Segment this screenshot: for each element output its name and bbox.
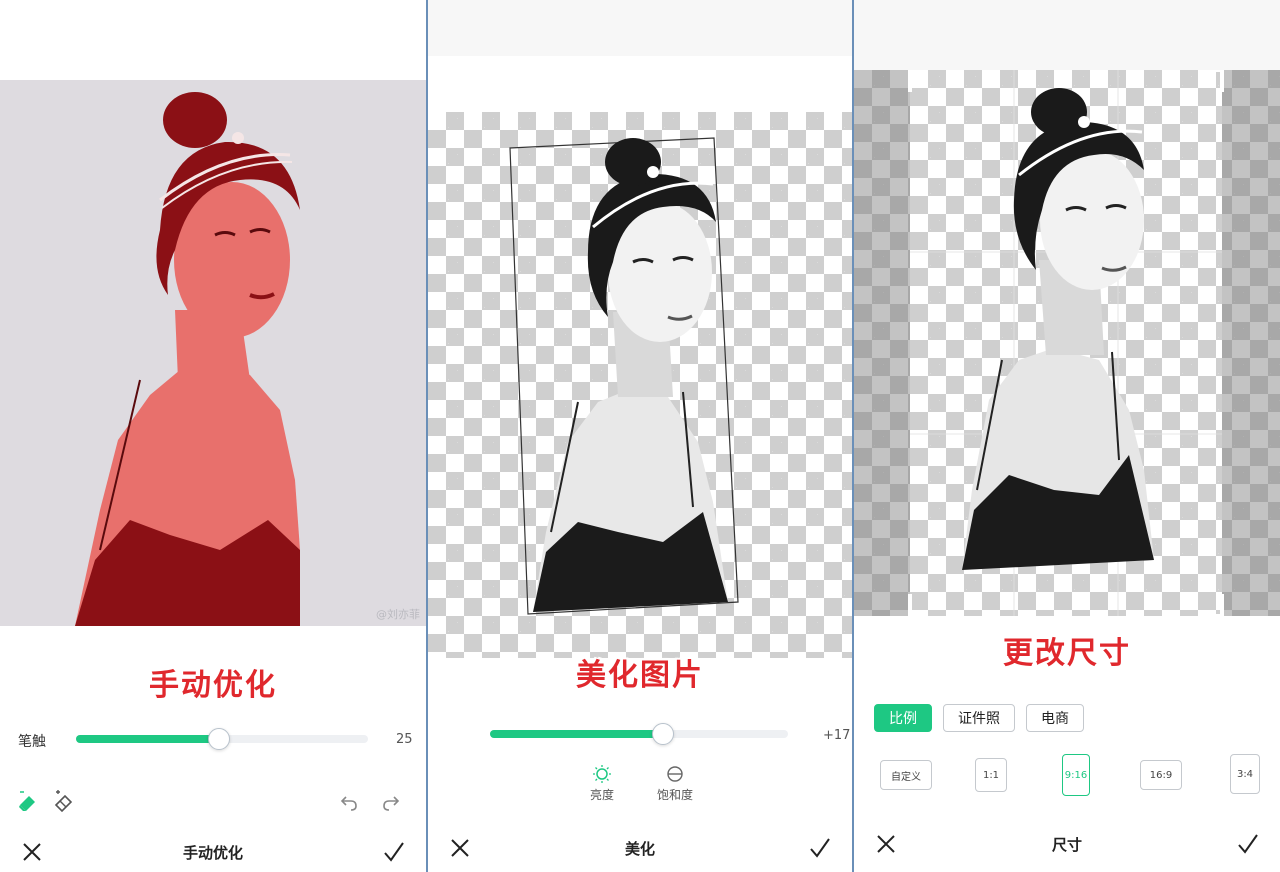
brush-label: 笔触 xyxy=(18,734,46,750)
photo-canvas[interactable]: @刘亦菲 xyxy=(0,80,426,626)
caption-beautify: 美化图片 xyxy=(576,658,704,693)
page-title: 美化 xyxy=(624,840,655,858)
confirm-button[interactable] xyxy=(1234,830,1262,858)
adjust-slider[interactable] xyxy=(490,723,788,745)
check-icon xyxy=(1238,834,1258,854)
brush-slider-knob[interactable] xyxy=(208,728,231,750)
ratio-1-1[interactable]: 1:1 xyxy=(975,758,1007,792)
sun-icon xyxy=(593,765,611,783)
beautify-panel: 美化图片 +17 亮度 饱和度 美化 xyxy=(428,0,852,872)
redo-button[interactable] xyxy=(380,792,402,814)
brush-value: 25 xyxy=(396,732,413,747)
undo-button[interactable] xyxy=(338,792,360,814)
bottom-action-bar: 美化 xyxy=(428,826,852,872)
adjust-slider-fill xyxy=(490,730,663,738)
check-icon xyxy=(384,842,404,862)
saturation-icon xyxy=(667,766,683,782)
top-blank-area xyxy=(854,0,1280,70)
photo-canvas[interactable] xyxy=(428,112,852,658)
page-title: 手动优化 xyxy=(182,844,243,862)
portrait-bw-illustration xyxy=(509,137,739,615)
caption-resize: 更改尺寸 xyxy=(1003,636,1131,671)
ratio-9-16[interactable]: 9:16 xyxy=(1062,754,1090,796)
bottom-action-bar: 手动优化 xyxy=(0,830,426,872)
brush-slider-fill xyxy=(76,735,220,743)
eraser-outline-icon xyxy=(54,790,73,813)
tab-ratio[interactable]: 比例 xyxy=(874,704,932,732)
caption-manual-refine: 手动优化 xyxy=(149,668,277,703)
saturation-label: 饱和度 xyxy=(656,788,693,802)
bottom-action-bar: 尺寸 xyxy=(854,822,1280,868)
watermark: @刘亦菲 xyxy=(376,608,420,621)
manual-refine-panel: @刘亦菲 手动优化 笔触 25 手动优化 xyxy=(0,0,426,872)
eraser-tool-button[interactable] xyxy=(52,788,78,814)
tab-id-photo[interactable]: 证件照 xyxy=(943,704,1015,732)
portrait-mask-illustration xyxy=(75,92,300,626)
brightness-label: 亮度 xyxy=(589,788,614,802)
brush-tool-button[interactable] xyxy=(16,788,42,814)
ratio-16-9[interactable]: 16:9 xyxy=(1140,760,1182,790)
eraser-fill-icon xyxy=(19,791,35,811)
photo-canvas[interactable] xyxy=(854,70,1280,616)
ratio-3-4[interactable]: 3:4 xyxy=(1230,754,1260,794)
adjust-slider-knob[interactable] xyxy=(651,723,674,745)
confirm-button[interactable] xyxy=(806,834,834,862)
adjust-value: +17 xyxy=(823,728,851,743)
ratio-custom[interactable]: 自定义 xyxy=(880,760,932,790)
page-title: 尺寸 xyxy=(1051,836,1082,854)
brush-slider[interactable] xyxy=(76,728,368,750)
top-blank-area xyxy=(428,0,852,56)
top-blank-area xyxy=(0,0,426,80)
undo-icon xyxy=(340,796,357,811)
confirm-button[interactable] xyxy=(380,838,408,866)
tab-ecommerce[interactable]: 电商 xyxy=(1026,704,1084,732)
brightness-tool[interactable]: 亮度 xyxy=(580,764,624,804)
redo-icon xyxy=(383,796,400,811)
saturation-tool[interactable]: 饱和度 xyxy=(650,764,700,804)
portrait-bw-illustration xyxy=(908,70,1224,616)
resize-panel: 更改尺寸 比例 证件照 电商 自定义 1:1 9:16 16:9 3:4 尺寸 xyxy=(854,0,1280,872)
check-icon xyxy=(810,838,830,858)
